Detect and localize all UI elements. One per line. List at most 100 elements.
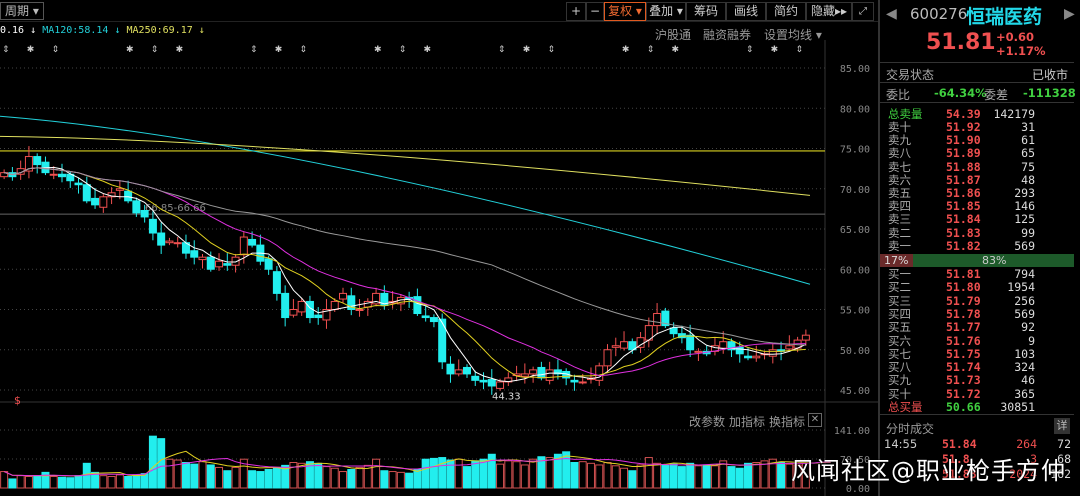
volume-bar [487,453,496,489]
candle-body [462,366,471,375]
ask-row[interactable]: 卖三 51.84 125 [880,213,1075,225]
volume-bar [380,470,389,489]
volume-bar [396,471,405,489]
candle-body [744,355,753,359]
volume-bar [206,464,215,489]
candle-body [140,209,149,218]
candle-body [297,300,306,313]
candle-body [272,271,281,294]
volume-bar [74,475,83,489]
volume-bar [355,466,364,489]
detail-button[interactable]: 详 [1054,418,1070,434]
candle-body [636,337,645,348]
volume-bar [669,463,678,489]
close-indicator-icon[interactable]: ✕ [808,413,822,427]
candle-body [289,309,298,316]
sell-total-row[interactable]: 总卖量 54.39 142179 [880,108,1075,120]
candle-body [595,365,604,381]
ask-row[interactable]: 卖四 51.85 146 [880,200,1075,212]
ask-row[interactable]: 卖五 51.86 293 [880,187,1075,199]
ask-row[interactable]: 卖九 51.90 61 [880,134,1075,146]
price-tick: 70.00 [840,185,870,196]
ask-row[interactable]: 卖二 51.83 99 [880,227,1075,239]
volume-bar [562,451,571,489]
volume-bar [339,471,348,489]
volume-bar [777,461,786,489]
candle-body [281,292,290,319]
volume-bar [710,465,719,489]
volume-bar [752,461,761,489]
bid-row[interactable]: 买九 51.73 46 [880,374,1075,386]
volume-bar [330,467,339,489]
volume-bar [99,475,108,489]
bid-row[interactable]: 买三 51.79 256 [880,295,1075,307]
period-dropdown[interactable]: 周期 ▾ [0,2,44,20]
tick-row: 14:55 51.84 264 72 [884,437,1071,451]
candle-body [801,334,810,341]
volume-bar [545,457,554,489]
fullscreen-icon[interactable]: ⤢ [852,2,874,21]
zoom-in-button[interactable]: + [566,2,586,21]
volume-bar [388,471,397,489]
draw-button[interactable]: 画线 [726,2,766,21]
chips-button[interactable]: 筹码 [686,2,726,21]
zoom-out-button[interactable]: − [586,2,604,21]
bid-row[interactable]: 买四 51.78 569 [880,308,1075,320]
bid-row[interactable]: 买八 51.74 324 [880,361,1075,373]
bid-row[interactable]: 买五 51.77 92 [880,321,1075,333]
volume-bar [570,461,579,489]
volume-bar [603,461,612,489]
volume-bar [157,438,166,489]
ask-row[interactable]: 卖六 51.87 48 [880,174,1075,186]
event-marker-icon: ⇕ [151,45,159,55]
watermark: 风闻社区@职业枪手方仲 [791,457,1066,485]
volume-bar [421,458,430,489]
bid-row[interactable]: 买二 51.80 1954 [880,281,1075,293]
volume-bar [446,459,455,489]
buy-total-row[interactable]: 总买量 50.66 30851 [880,401,1075,413]
ask-row[interactable]: 卖八 51.89 65 [880,147,1075,159]
candle-body [223,263,232,266]
volume-bar [529,458,538,489]
volume-tick: 141.00 [834,426,870,437]
volume-bar [471,460,480,489]
volume-bar [405,472,414,489]
volume-bar [694,465,703,489]
add-indicator-link[interactable]: 加指标 [729,413,765,430]
volume-bar [496,463,505,489]
bid-row[interactable]: 买一 51.81 794 [880,268,1075,280]
candle-body [239,236,248,256]
candle-body [339,292,348,300]
volume-bar [586,462,595,489]
event-marker-icon: ⇕ [795,45,803,55]
bid-row[interactable]: 买六 51.76 9 [880,335,1075,347]
bid-row[interactable]: 买十 51.72 365 [880,388,1075,400]
volume-bar [620,467,629,489]
ticks-title: 分时成交 [886,422,935,436]
hide-button[interactable]: 隐藏▸▸ [806,2,852,21]
ma-legend: 0.16 ↓ MA120:58.14 ↓ MA250:69.17 ↓ [0,25,205,36]
price-tick: 65.00 [840,225,870,236]
candle-body [91,197,100,206]
candle-body [768,349,777,357]
volume-bar [429,457,438,489]
candle-body [752,355,761,359]
ask-row[interactable]: 卖十 51.92 31 [880,121,1075,133]
candle-body [471,375,480,381]
edit-params-link[interactable]: 改参数 [689,413,725,430]
adjust-button[interactable]: 复权 ▾ [604,2,646,21]
ask-row[interactable]: 卖七 51.88 75 [880,161,1075,173]
simple-button[interactable]: 简约 [766,2,806,21]
candle-body [570,379,579,383]
candle-body [124,190,133,202]
volume-bar [760,460,769,489]
volume-bar [578,461,587,489]
event-marker-icon: ⇕ [2,45,10,55]
ask-row[interactable]: 卖一 51.82 569 [880,240,1075,252]
volume-bar [512,461,521,489]
overlay-button[interactable]: 叠加 ▾ [646,2,686,21]
bid-row[interactable]: 买七 51.75 103 [880,348,1075,360]
switch-indicator-link[interactable]: 换指标 [769,413,805,430]
volume-bar [702,464,711,489]
volume-bar [264,468,273,489]
